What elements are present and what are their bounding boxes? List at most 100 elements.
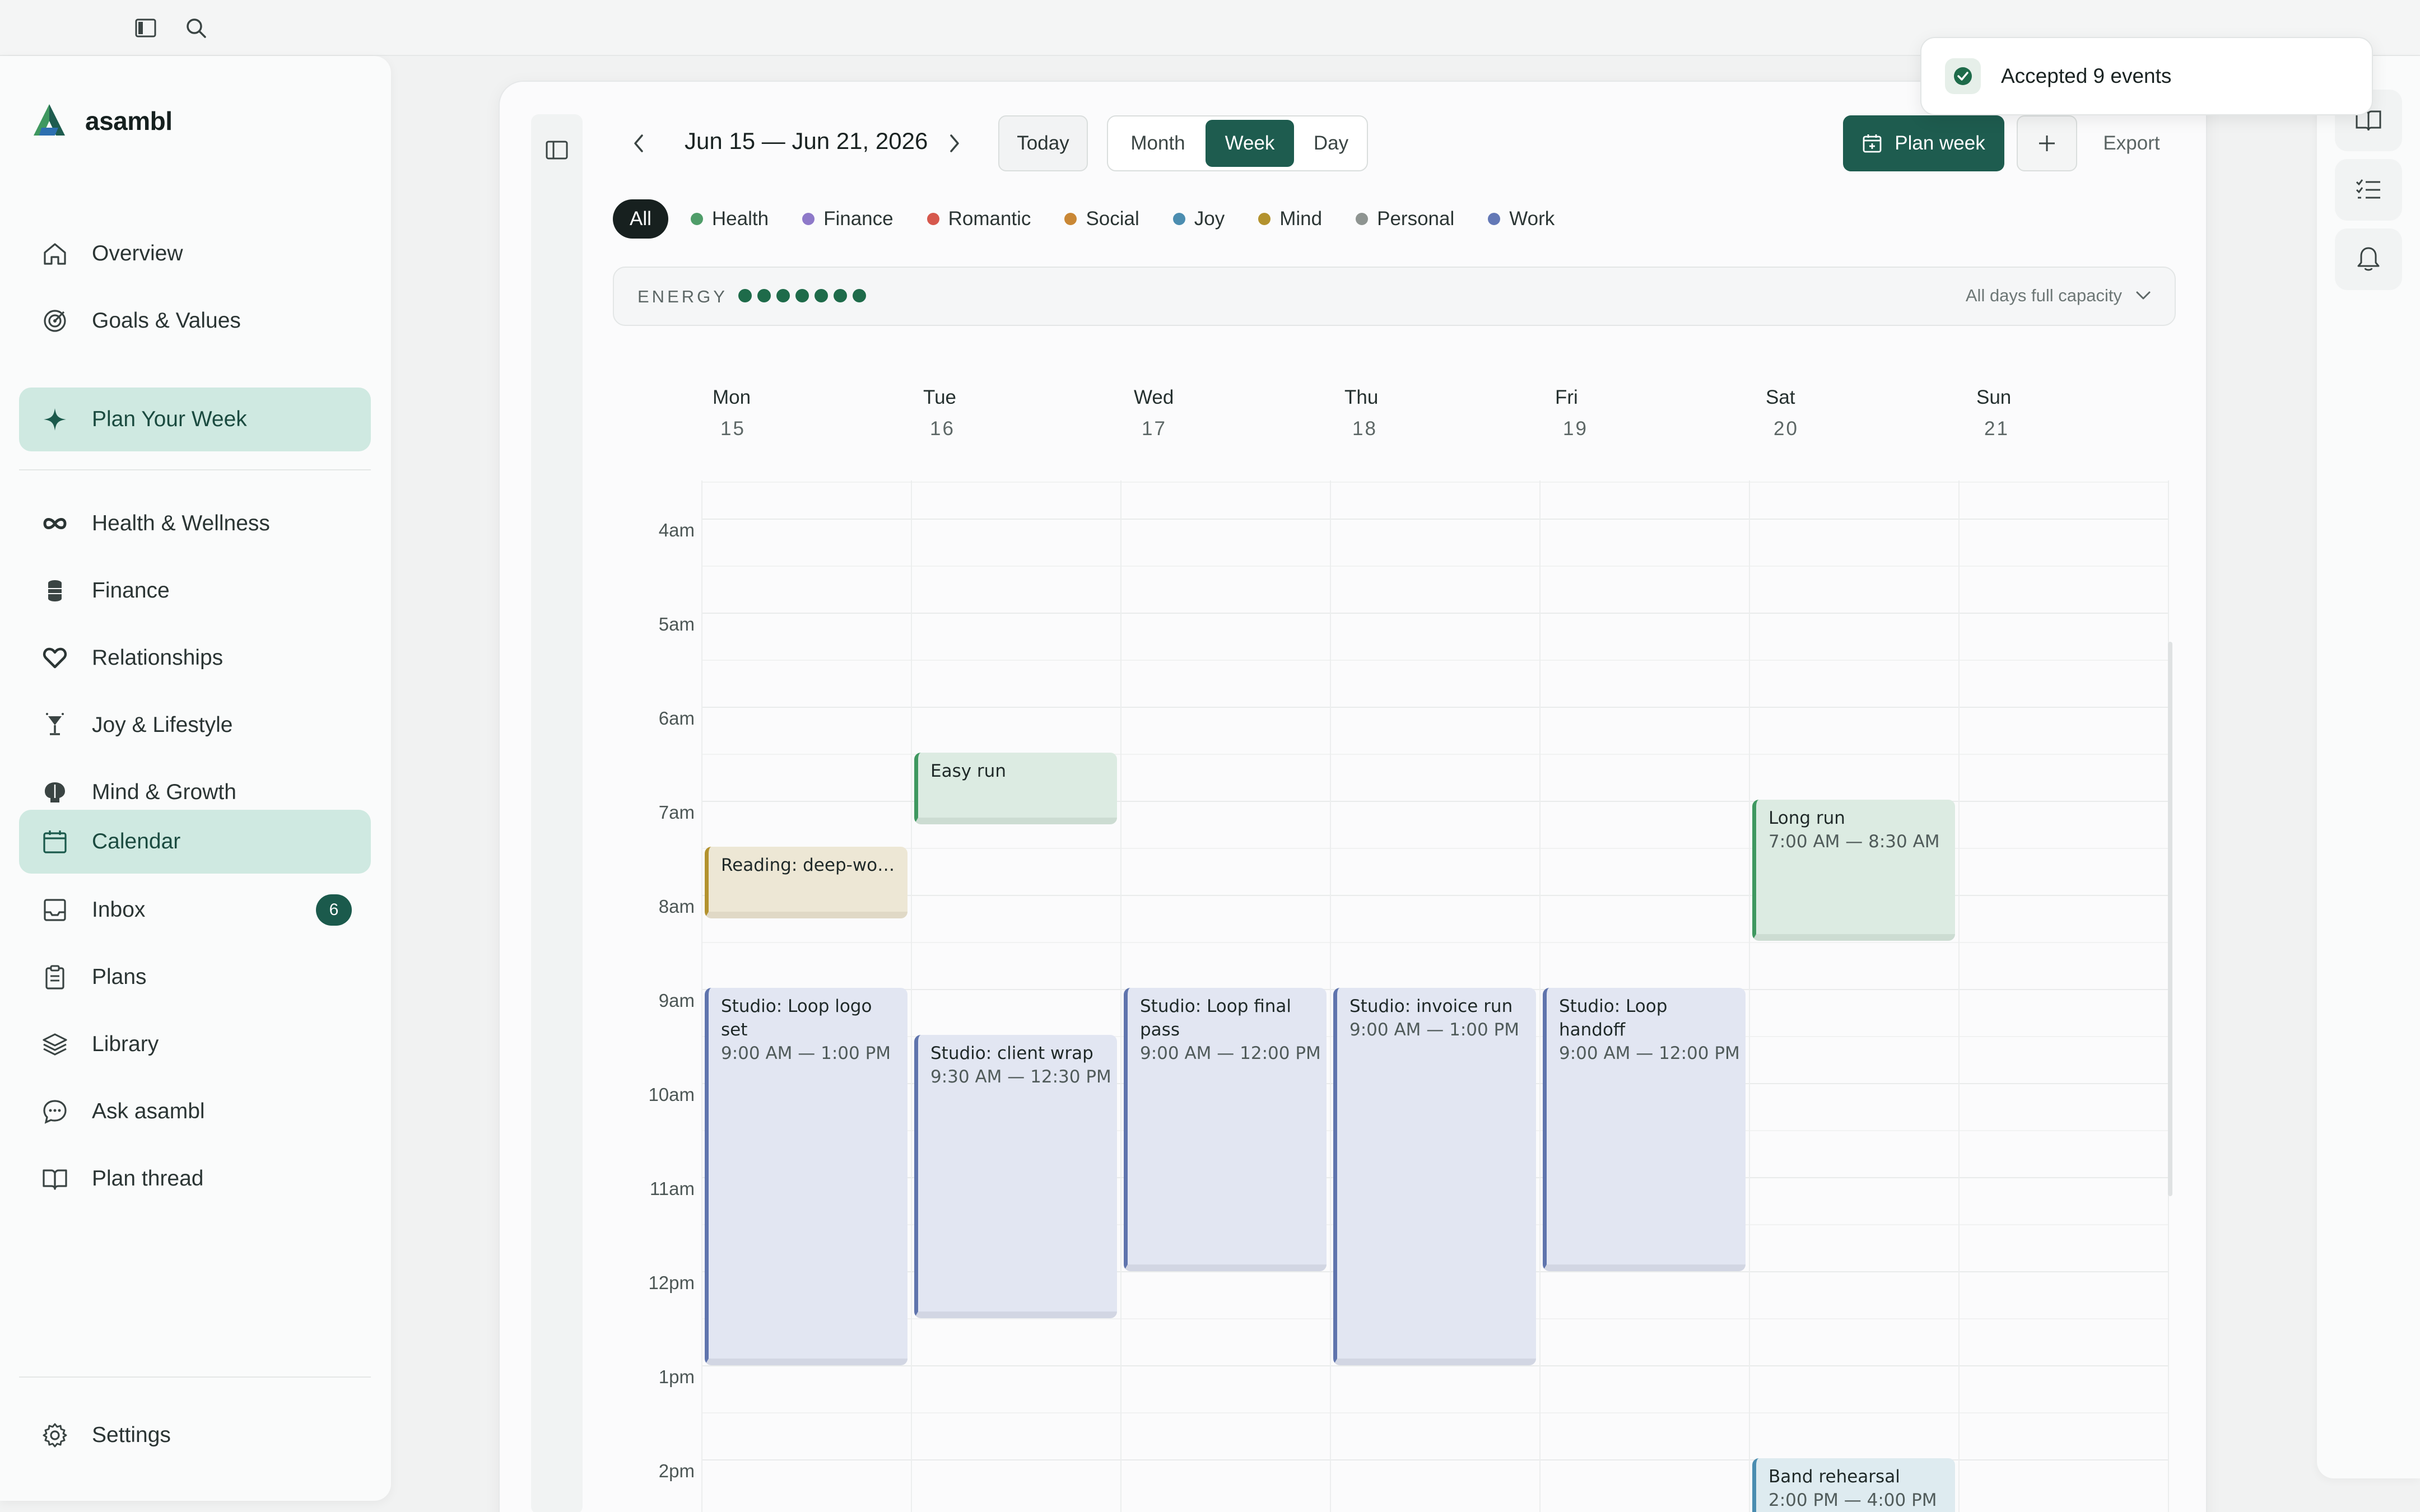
notifications-button[interactable] [2335, 228, 2402, 290]
day-header[interactable]: Sun 21 [1976, 386, 2088, 440]
event-loop-final-pass[interactable]: Studio: Loop final pass 9:00 AM — 12:00 … [1124, 988, 1327, 1271]
day-date: 15 [720, 418, 746, 440]
panel-toggle-icon[interactable] [540, 134, 574, 166]
event-reading[interactable]: Reading: deep-wo… [705, 847, 908, 918]
day-name: Sun [1976, 386, 2012, 408]
hour-label: 8am [658, 896, 695, 917]
nav-ask-asambl[interactable]: Ask asambl [19, 1080, 371, 1144]
event-time: 9:00 AM — 12:00 PM [1559, 1043, 1740, 1063]
day-date: 16 [930, 418, 955, 440]
nav-plan-thread[interactable]: Plan thread [19, 1147, 371, 1211]
filter-personal[interactable]: Personal [1344, 199, 1465, 239]
inbox-count-badge: 6 [316, 894, 352, 926]
day-header[interactable]: Fri 19 [1555, 386, 1667, 440]
half-hour-line [701, 1412, 2169, 1413]
day-date: 20 [1774, 418, 1799, 440]
view-day-tab[interactable]: Day [1297, 120, 1365, 167]
event-invoice-run[interactable]: Studio: invoice run 9:00 AM — 1:00 PM [1333, 988, 1536, 1365]
target-icon [39, 305, 71, 337]
hour-label: 9am [658, 990, 695, 1011]
day-header[interactable]: Wed 17 [1134, 386, 1246, 440]
event-easy-run[interactable]: Easy run [914, 753, 1117, 824]
day-column-line [701, 480, 702, 1512]
next-week-button[interactable] [939, 127, 970, 160]
filter-romantic[interactable]: Romantic [916, 199, 1043, 239]
nav-library[interactable]: Library [19, 1012, 371, 1076]
coins-icon [39, 575, 71, 606]
nav-calendar[interactable]: Calendar [19, 810, 371, 874]
nav-relationships[interactable]: Relationships [19, 626, 371, 690]
today-button[interactable]: Today [998, 115, 1088, 171]
day-header[interactable]: Sat 20 [1766, 386, 1878, 440]
calendar-icon [39, 826, 71, 857]
prev-week-button[interactable] [623, 127, 654, 160]
filter-work[interactable]: Work [1477, 199, 1566, 239]
event-long-run[interactable]: Long run 7:00 AM — 8:30 AM [1752, 800, 1955, 941]
energy-dot [815, 289, 828, 302]
sidebar-divider [19, 1376, 371, 1378]
nav-label: Mind & Growth [92, 780, 236, 804]
filter-health[interactable]: Health [680, 199, 780, 239]
nav-label: Plans [92, 965, 147, 989]
half-hour-line [701, 482, 2169, 483]
day-header[interactable]: Mon 15 [713, 386, 825, 440]
nav-plan-your-week[interactable]: Plan Your Week [19, 388, 371, 451]
sidebar-toggle-icon[interactable] [133, 16, 158, 40]
category-dot [927, 213, 939, 225]
hour-label: 2pm [658, 1460, 695, 1481]
hour-label: 6am [658, 708, 695, 729]
filter-all[interactable]: All [613, 199, 668, 239]
day-column-line [911, 480, 912, 1512]
nav-plans[interactable]: Plans [19, 945, 371, 1009]
add-event-button[interactable] [2017, 115, 2077, 171]
nav-goals-values[interactable]: Goals & Values [19, 289, 371, 353]
nav-label: Ask asambl [92, 1099, 205, 1123]
day-header[interactable]: Tue 16 [923, 386, 1035, 440]
category-filters: All Health Finance Romantic Social Joy M… [613, 199, 1566, 239]
event-band-rehearsal[interactable]: Band rehearsal 2:00 PM — 4:00 PM [1752, 1458, 1955, 1512]
filter-joy[interactable]: Joy [1162, 199, 1236, 239]
view-switcher: Month Week Day [1107, 115, 1368, 171]
app-logo[interactable]: asambl [29, 101, 173, 141]
gear-icon [39, 1420, 71, 1451]
layers-icon [39, 1029, 71, 1060]
date-range-label: Jun 15 — Jun 21, 2026 [685, 128, 928, 154]
view-week-tab[interactable]: Week [1206, 120, 1294, 167]
energy-dot [853, 289, 866, 302]
nav-label: Plan Your Week [92, 407, 247, 431]
event-time: 9:00 AM — 1:00 PM [721, 1043, 891, 1063]
event-time: 9:00 AM — 12:00 PM [1140, 1043, 1321, 1063]
chat-icon [39, 1096, 71, 1127]
day-column-line [1120, 480, 1121, 1512]
nav-health-wellness[interactable]: Health & Wellness [19, 492, 371, 556]
day-header[interactable]: Thu 18 [1344, 386, 1456, 440]
task-list-button[interactable] [2335, 159, 2402, 221]
nav-inbox[interactable]: Inbox 6 [19, 878, 371, 942]
view-month-tab[interactable]: Month [1118, 120, 1198, 167]
plan-week-button[interactable]: Plan week [1843, 115, 2004, 171]
export-button[interactable]: Export [2095, 115, 2168, 171]
event-loop-handoff[interactable]: Studio: Loop handoff 9:00 AM — 12:00 PM [1543, 988, 1746, 1271]
calendar-scrollbar[interactable] [2168, 642, 2172, 1196]
event-loop-logo-set[interactable]: Studio: Loop logo set 9:00 AM — 1:00 PM [705, 988, 908, 1365]
nav-label: Calendar [92, 829, 181, 853]
capacity-dropdown[interactable]: All days full capacity [1966, 286, 2151, 306]
search-icon[interactable] [184, 16, 208, 40]
filter-label: Mind [1279, 208, 1323, 230]
plan-week-label: Plan week [1895, 132, 1985, 154]
nav-overview[interactable]: Overview [19, 222, 371, 286]
event-client-wrap[interactable]: Studio: client wrap 9:30 AM — 12:30 PM [914, 1035, 1117, 1318]
filter-social[interactable]: Social [1053, 199, 1150, 239]
nav-settings[interactable]: Settings [19, 1403, 371, 1467]
filter-finance[interactable]: Finance [791, 199, 905, 239]
clipboard-icon [39, 962, 71, 993]
bell-icon [2357, 247, 2380, 271]
nav-finance[interactable]: Finance [19, 559, 371, 623]
category-dot [1172, 213, 1185, 225]
hour-line [701, 613, 2169, 614]
nav-joy-lifestyle[interactable]: Joy & Lifestyle [19, 693, 371, 757]
hour-label: 5am [658, 614, 695, 634]
app-name: asambl [85, 106, 173, 136]
filter-mind[interactable]: Mind [1247, 199, 1333, 239]
filter-label: Joy [1194, 208, 1225, 230]
